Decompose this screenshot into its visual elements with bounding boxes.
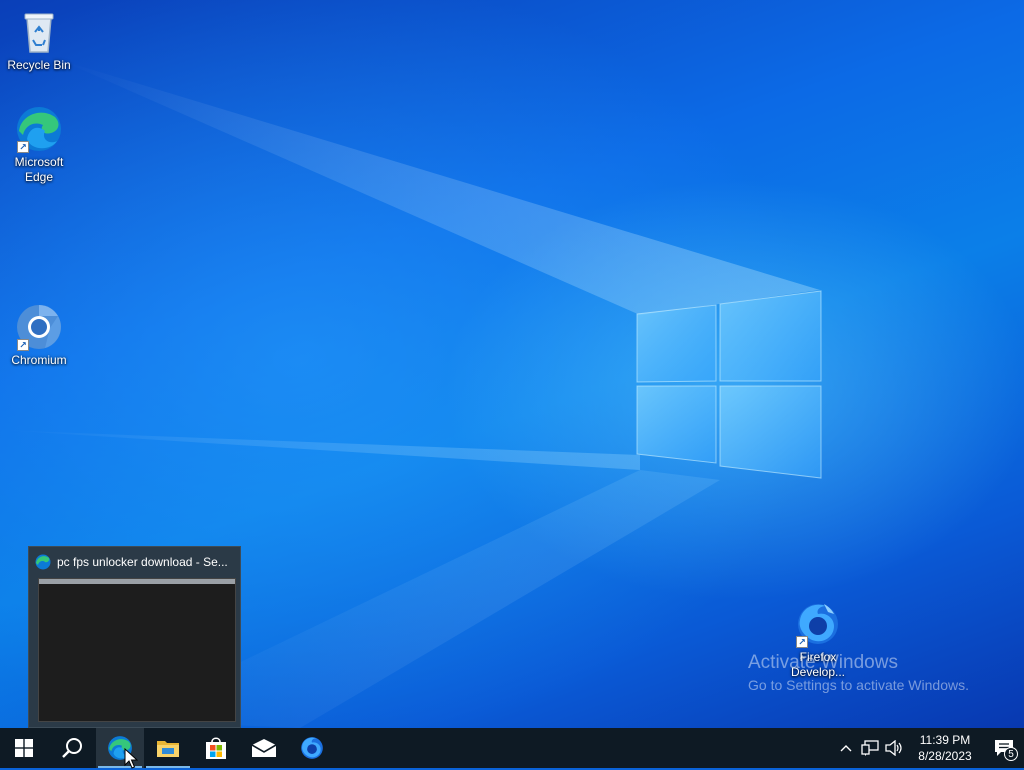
activation-watermark: Activate Windows Go to Settings to activ… xyxy=(748,652,969,694)
shortcut-arrow-icon: ↗ xyxy=(17,141,29,153)
store-icon xyxy=(206,737,226,759)
taskbar-firefox-button[interactable] xyxy=(288,728,336,768)
clock[interactable]: 11:39 PM 8/28/2023 xyxy=(910,732,980,764)
mouse-cursor-icon xyxy=(124,748,138,769)
thumbnail-title: pc fps unlocker download - Se... xyxy=(57,555,228,569)
search-icon xyxy=(62,738,82,758)
speaker-icon xyxy=(885,740,902,756)
firefox-developer-icon: ↗ xyxy=(794,600,842,648)
desktop-icon-microsoft-edge[interactable]: ↗ Microsoft Edge xyxy=(1,105,77,185)
edge-icon xyxy=(35,554,51,570)
windows-icon xyxy=(15,739,33,757)
firefox-icon xyxy=(301,737,323,759)
desktop-icon-chromium[interactable]: ↗ Chromium xyxy=(1,303,77,368)
taskbar-store-button[interactable] xyxy=(192,728,240,768)
taskbar-thumbnail-preview[interactable]: pc fps unlocker download - Se... xyxy=(28,546,241,728)
clock-time: 11:39 PM xyxy=(919,733,971,747)
thumbnail-window-titlebar xyxy=(39,579,235,584)
action-center-button[interactable]: 5 xyxy=(984,728,1024,768)
thumbnail-window-preview[interactable] xyxy=(38,578,236,722)
desktop-icon-recycle-bin[interactable]: Recycle Bin xyxy=(1,8,77,73)
clock-date: 8/28/2023 xyxy=(918,749,972,763)
watermark-subtitle: Go to Settings to activate Windows. xyxy=(748,677,969,693)
search-button[interactable] xyxy=(48,728,96,768)
network-button[interactable] xyxy=(858,728,882,768)
edge-icon: ↗ xyxy=(15,105,63,153)
system-tray: 11:39 PM 8/28/2023 5 xyxy=(834,728,1024,768)
watermark-title: Activate Windows xyxy=(748,652,898,673)
volume-button[interactable] xyxy=(882,728,906,768)
folder-icon xyxy=(157,741,179,757)
network-icon xyxy=(861,740,879,756)
shortcut-arrow-icon: ↗ xyxy=(17,339,29,351)
chromium-icon: ↗ xyxy=(15,303,63,351)
thumbnail-title-bar[interactable]: pc fps unlocker download - Se... xyxy=(35,553,235,571)
desktop-icon-label: Chromium xyxy=(11,353,67,367)
mail-icon xyxy=(251,739,277,757)
taskbar-file-explorer-button[interactable] xyxy=(144,728,192,768)
shortcut-arrow-icon: ↗ xyxy=(796,636,808,648)
chevron-up-icon xyxy=(840,745,852,752)
taskbar: 11:39 PM 8/28/2023 5 xyxy=(0,728,1024,768)
taskbar-mail-button[interactable] xyxy=(240,728,288,768)
desktop-icon-label: Recycle Bin xyxy=(7,58,71,72)
notification-count-badge: 5 xyxy=(1004,747,1018,761)
recycle-bin-icon xyxy=(15,8,63,56)
desktop-icon-label: Microsoft Edge xyxy=(14,155,64,184)
start-button[interactable] xyxy=(0,728,48,768)
show-hidden-icons-button[interactable] xyxy=(834,728,858,768)
